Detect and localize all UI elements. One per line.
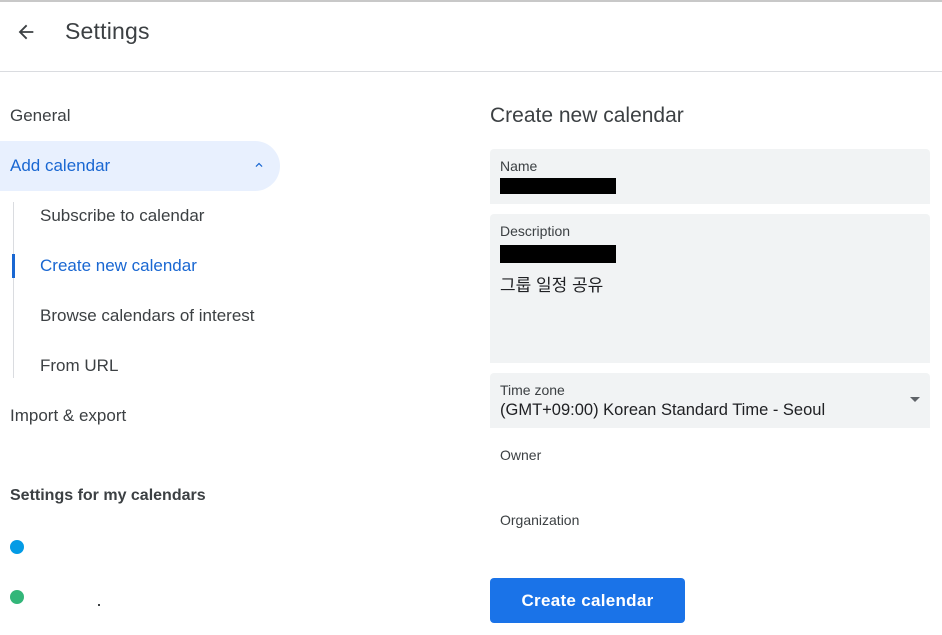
timezone-value: (GMT+09:00) Korean Standard Time - Seoul bbox=[500, 401, 826, 419]
organization-label: Organization bbox=[500, 512, 580, 528]
sidebar-item-create-new[interactable]: Create new calendar bbox=[0, 241, 300, 291]
redacted-name-value bbox=[500, 178, 616, 194]
description-text: 그룹 일정 공유 bbox=[500, 276, 604, 295]
arrow-left-icon bbox=[18, 24, 34, 40]
calendar-color-dot[interactable] bbox=[10, 540, 24, 554]
calendar-color-dot[interactable] bbox=[10, 590, 24, 604]
sidebar-item-label: Browse calendars of interest bbox=[40, 306, 255, 325]
description-field[interactable]: Description 그룹 일정 공유 bbox=[490, 214, 930, 363]
name-label: Name bbox=[500, 158, 538, 174]
timezone-select[interactable]: Time zone (GMT+09:00) Korean Standard Ti… bbox=[490, 373, 930, 428]
sidebar-item-subscribe[interactable]: Subscribe to calendar bbox=[0, 191, 300, 241]
sidebar-item-general[interactable]: General bbox=[0, 91, 280, 141]
caret-down-icon bbox=[910, 397, 920, 402]
sidebar-item-add-calendar[interactable]: Add calendar bbox=[0, 141, 280, 191]
app-header: Settings bbox=[0, 2, 942, 72]
sidebar-item-label: Import & export bbox=[10, 406, 127, 425]
sidebar-item-import-export[interactable]: Import & export bbox=[0, 391, 280, 441]
timezone-label: Time zone bbox=[500, 382, 565, 398]
page-title: Settings bbox=[65, 18, 150, 44]
sidebar-item-label: Create new calendar bbox=[40, 256, 197, 275]
owner-label: Owner bbox=[500, 447, 542, 463]
back-button[interactable] bbox=[8, 14, 44, 50]
truncated-calendar-name bbox=[98, 604, 100, 606]
description-label: Description bbox=[500, 223, 571, 239]
name-field[interactable]: Name bbox=[490, 149, 930, 204]
chevron-up-icon bbox=[255, 162, 263, 167]
sidebar-item-browse[interactable]: Browse calendars of interest bbox=[0, 291, 300, 341]
sidebar-item-label: General bbox=[10, 106, 71, 125]
sidebar-item-label: Subscribe to calendar bbox=[40, 206, 205, 225]
sidebar-item-label: From URL bbox=[40, 356, 119, 375]
section-title-my-calendars: Settings for my calendars bbox=[10, 487, 206, 504]
sidebar-item-from-url[interactable]: From URL bbox=[0, 341, 300, 391]
create-calendar-button[interactable]: Create calendar bbox=[490, 578, 685, 623]
sidebar-item-label: Add calendar bbox=[10, 156, 111, 175]
section-heading: Create new calendar bbox=[490, 104, 684, 127]
redacted-description-line bbox=[500, 245, 616, 263]
